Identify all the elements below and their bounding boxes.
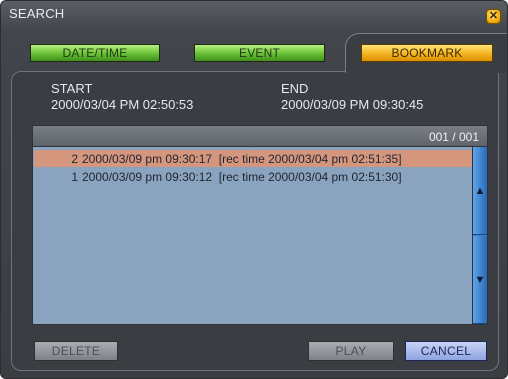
start-label: START <box>51 81 93 96</box>
start-value: 2000/03/04 PM 02:50:53 <box>51 97 194 112</box>
tab-bookmark[interactable]: BOOKMARK <box>361 44 493 62</box>
bookmark-list: 2 2000/03/09 pm 09:30:17 [rec time 2000/… <box>32 147 473 325</box>
play-button[interactable]: PLAY <box>308 341 394 361</box>
list-item[interactable]: 2 2000/03/09 pm 09:30:17 [rec time 2000/… <box>34 150 472 167</box>
arrow-up-icon: ▲ <box>474 184 486 197</box>
list-scrollbar[interactable]: ▲ ▼ <box>473 147 488 325</box>
cancel-button[interactable]: CANCEL <box>405 341 487 361</box>
item-number: 2 <box>71 151 78 166</box>
end-label: END <box>281 81 309 96</box>
end-value: 2000/03/09 PM 09:30:45 <box>281 97 424 112</box>
bookmark-list-header: 001 / 001 <box>32 125 488 147</box>
arrow-down-icon: ▼ <box>474 273 486 286</box>
item-text: 2000/03/09 pm 09:30:12 [rec time 2000/03… <box>82 169 402 184</box>
tab-event[interactable]: EVENT <box>194 44 325 62</box>
delete-button[interactable]: DELETE <box>34 341 118 361</box>
page-indicator: 001 / 001 <box>428 130 479 144</box>
close-icon: ✕ <box>488 10 499 22</box>
scroll-down-button[interactable]: ▼ <box>473 236 487 324</box>
item-text: 2000/03/09 pm 09:30:17 [rec time 2000/03… <box>82 151 402 166</box>
search-dialog: SEARCH ✕ DATE/TIME EVENT BOOKMARK START … <box>0 0 508 379</box>
tab-datetime[interactable]: DATE/TIME <box>30 44 160 62</box>
close-button[interactable]: ✕ <box>486 9 501 24</box>
item-number: 1 <box>71 169 78 184</box>
window-title: SEARCH <box>9 6 65 21</box>
scroll-up-button[interactable]: ▲ <box>473 147 487 235</box>
list-item[interactable]: 1 2000/03/09 pm 09:30:12 [rec time 2000/… <box>34 168 472 185</box>
